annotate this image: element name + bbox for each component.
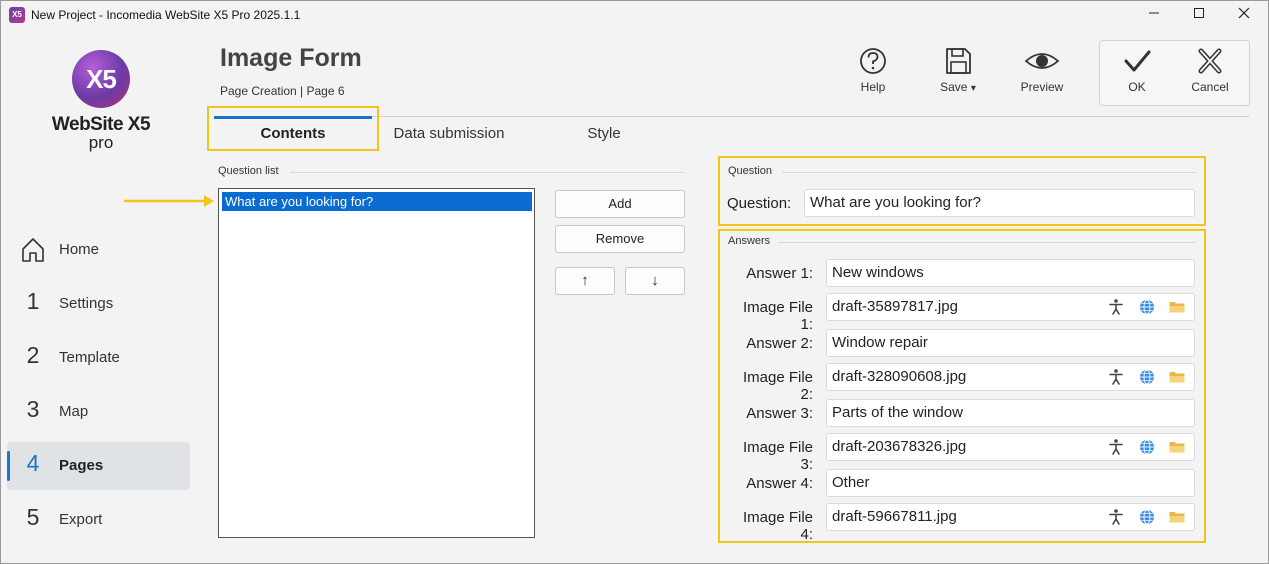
step-number: 3: [26, 396, 40, 422]
question-field[interactable]: What are you looking for?: [804, 189, 1195, 217]
help-icon: [860, 48, 886, 74]
question-group-title: Question: [728, 165, 773, 177]
image-file-3-value: draft-203678326.jpg: [832, 438, 967, 455]
folder-icon[interactable]: [1168, 368, 1186, 386]
question-label: Question:: [727, 195, 792, 212]
answer-4-field[interactable]: Other: [826, 469, 1195, 497]
group-divider: [782, 172, 1196, 173]
answer-1-label: Answer 1:: [746, 265, 813, 282]
accessibility-icon[interactable]: [1107, 298, 1125, 316]
sidebar-item-label: Template: [59, 349, 120, 366]
title-bar: X5 New Project - Incomedia WebSite X5 Pr…: [0, 0, 1269, 30]
answer-3-label: Answer 3:: [746, 405, 813, 422]
answer-2-label: Answer 2:: [746, 335, 813, 352]
sidebar-item-home[interactable]: Home: [7, 226, 190, 274]
sidebar-item-label: Map: [59, 403, 89, 420]
logo-edition: pro: [88, 133, 114, 152]
sidebar-item-label: Settings: [59, 295, 114, 312]
add-button[interactable]: Add: [555, 190, 685, 218]
move-down-button[interactable]: ↓: [625, 267, 685, 295]
sidebar-item-template[interactable]: 2 Template: [7, 334, 190, 382]
globe-icon[interactable]: [1138, 508, 1156, 526]
close-icon: [1238, 7, 1250, 19]
accessibility-icon[interactable]: [1107, 508, 1125, 526]
tab-style[interactable]: Style: [545, 125, 663, 149]
image-file-1-value: draft-35897817.jpg: [832, 298, 958, 315]
minimize-icon: [1149, 12, 1159, 14]
list-item[interactable]: What are you looking for?: [222, 192, 532, 211]
globe-icon[interactable]: [1138, 438, 1156, 456]
tab-data-submission[interactable]: Data submission: [378, 125, 520, 149]
group-divider: [290, 172, 685, 173]
save-icon: [946, 48, 971, 74]
arrow-right-annotation: [124, 195, 214, 207]
preview-label: Preview: [1020, 80, 1064, 94]
globe-icon[interactable]: [1138, 298, 1156, 316]
help-button[interactable]: Help: [842, 44, 904, 104]
image-file-2-label: Image File 2:: [742, 369, 813, 403]
checkmark-icon: [1124, 50, 1151, 72]
logo-mark: X5: [72, 50, 130, 108]
save-label: Save: [940, 80, 968, 94]
question-listbox[interactable]: What are you looking for?: [218, 188, 535, 538]
ok-button[interactable]: OK: [1106, 44, 1168, 104]
home-icon: [22, 238, 44, 262]
sidebar-item-label: Export: [59, 511, 103, 528]
cancel-label: Cancel: [1191, 80, 1229, 94]
tab-highlight-box: [207, 106, 379, 151]
globe-icon[interactable]: [1138, 368, 1156, 386]
move-up-button[interactable]: ↑: [555, 267, 615, 295]
ok-label: OK: [1128, 80, 1146, 94]
image-file-1-label: Image File 1:: [742, 299, 813, 333]
answer-4-label: Answer 4:: [746, 475, 813, 492]
answer-1-field[interactable]: New windows: [826, 259, 1195, 287]
page-title: Image Form: [220, 44, 362, 72]
image-file-2-value: draft-328090608.jpg: [832, 368, 967, 385]
image-file-4-value: draft-59667811.jpg: [832, 508, 957, 525]
help-label: Help: [860, 80, 886, 94]
cancel-button[interactable]: Cancel: [1179, 44, 1241, 104]
image-file-3-label: Image File 3:: [742, 439, 813, 473]
preview-button[interactable]: Preview: [1011, 44, 1073, 104]
sidebar-item-label: Home: [59, 241, 100, 258]
image-file-4-label: Image File 4:: [742, 509, 813, 543]
accessibility-icon[interactable]: [1107, 368, 1125, 386]
question-list-title: Question list: [218, 165, 279, 177]
sidebar-item-export[interactable]: 5 Export: [7, 496, 190, 544]
maximize-button[interactable]: [1187, 4, 1211, 26]
folder-icon[interactable]: [1168, 508, 1186, 526]
step-number: 2: [26, 342, 40, 368]
active-indicator: [7, 451, 10, 481]
answers-group-title: Answers: [728, 235, 771, 247]
window-title: New Project - Incomedia WebSite X5 Pro 2…: [31, 8, 301, 22]
app-icon: X5: [9, 7, 25, 23]
chevron-down-icon: ▾: [970, 83, 976, 94]
minimize-button[interactable]: [1142, 4, 1166, 26]
cancel-x-icon: [1198, 48, 1222, 74]
breadcrumb: Page Creation | Page 6: [220, 84, 345, 98]
group-divider: [778, 242, 1196, 243]
answer-2-field[interactable]: Window repair: [826, 329, 1195, 357]
folder-icon[interactable]: [1168, 298, 1186, 316]
sidebar-item-label: Pages: [59, 457, 104, 474]
sidebar-item-settings[interactable]: 1 Settings: [7, 280, 190, 328]
close-window-button[interactable]: [1232, 4, 1256, 26]
accessibility-icon[interactable]: [1107, 438, 1125, 456]
step-number: 4: [26, 450, 40, 476]
sidebar-item-pages[interactable]: 4 Pages: [7, 442, 190, 490]
remove-button[interactable]: Remove: [555, 225, 685, 253]
save-button[interactable]: Save ▾: [927, 44, 989, 104]
step-number: 5: [26, 504, 40, 530]
eye-icon: [1024, 53, 1060, 69]
step-number: 1: [26, 288, 40, 314]
sidebar-item-map[interactable]: 3 Map: [7, 388, 190, 436]
maximize-icon: [1194, 8, 1204, 18]
folder-icon[interactable]: [1168, 438, 1186, 456]
answer-3-field[interactable]: Parts of the window: [826, 399, 1195, 427]
